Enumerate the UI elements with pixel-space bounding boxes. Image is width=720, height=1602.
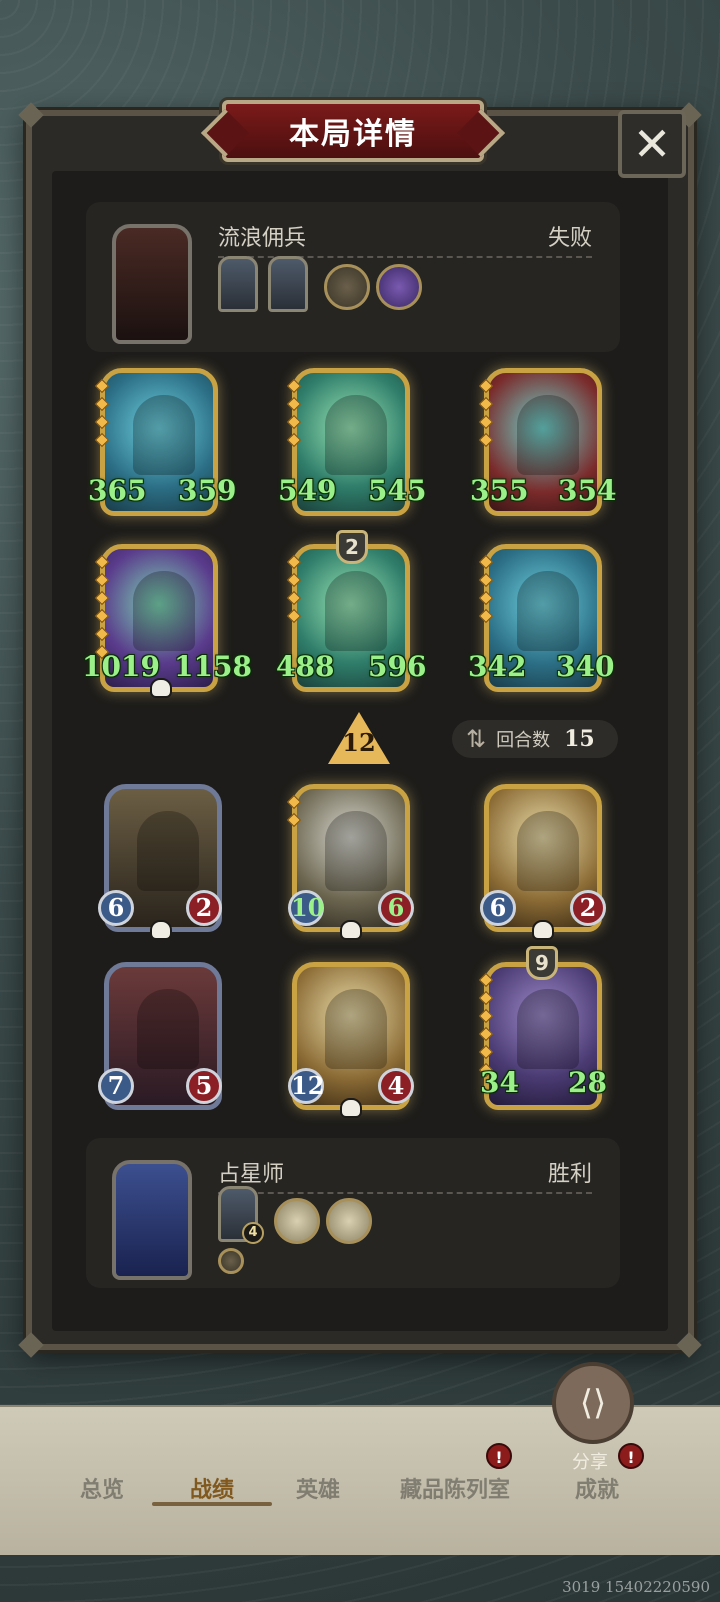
- player-unit-5-attack: 12: [288, 1068, 324, 1104]
- opponent-unit-3-health: 354: [558, 474, 617, 507]
- opponent-panel: 流浪佣兵 失败: [86, 202, 620, 352]
- unit-stars: [94, 378, 110, 453]
- share-button[interactable]: ⟨⟩: [552, 1362, 634, 1444]
- player-hero-portrait[interactable]: [112, 1160, 192, 1280]
- opponent-hero-portrait[interactable]: [112, 224, 192, 344]
- deathrattle-skull-icon: [340, 1098, 362, 1118]
- player-sword-token-icon[interactable]: [218, 1248, 244, 1274]
- witch-hunter-figure: [517, 989, 579, 1069]
- player-unit-2-health: 6: [378, 890, 414, 926]
- opponent-unit-2-attack: 549: [278, 474, 337, 507]
- opponent-unit-1-attack: 365: [88, 474, 147, 507]
- tavern-level-indicator: 12: [328, 712, 390, 768]
- unit-stars: [478, 554, 494, 629]
- opponent-trinket-2[interactable]: [376, 264, 422, 310]
- round-label: 回合数: [496, 730, 551, 751]
- player-name: 占星师: [218, 1162, 285, 1187]
- unit-stars: [478, 378, 494, 453]
- deathrattle-skull-icon: [150, 678, 172, 698]
- opponent-card-2[interactable]: [268, 256, 308, 312]
- page-title: 本局详情: [289, 117, 417, 152]
- achievements-alert-badge: !: [618, 1443, 644, 1469]
- share-icon: ⟨⟩: [579, 1383, 607, 1423]
- nav-collection-room[interactable]: 藏品陈列室: [400, 1472, 510, 1504]
- opponent-card-1[interactable]: [218, 256, 258, 312]
- unit-stars: [94, 554, 110, 665]
- share-label: 分享: [572, 1452, 608, 1473]
- opponent-unit-6-health: 340: [556, 650, 615, 683]
- redcoat-soldier-figure: [137, 811, 199, 891]
- collection-alert-badge: !: [486, 1443, 512, 1469]
- unit-stars: [286, 794, 302, 833]
- player-card-1-count-badge: 4: [242, 1222, 264, 1244]
- player-trinket-2[interactable]: [326, 1198, 372, 1244]
- player-unit-5-health: 4: [378, 1068, 414, 1104]
- close-icon: ✕: [632, 117, 672, 171]
- player-unit-2-attack: 10: [288, 890, 324, 926]
- divider: [218, 1192, 592, 1194]
- player-unit-6-attack: 34: [480, 1066, 519, 1099]
- player-trinket-1[interactable]: [274, 1198, 320, 1244]
- nav-overview[interactable]: 总览: [80, 1472, 124, 1504]
- player-unit-1-attack: 6: [98, 890, 134, 926]
- nav-achievements[interactable]: 成就: [575, 1472, 619, 1504]
- player-unit-3-health: 2: [570, 890, 606, 926]
- ghost-cat-figure: [325, 395, 387, 475]
- close-button[interactable]: ✕: [618, 110, 686, 178]
- opponent-unit-2-health: 545: [368, 474, 427, 507]
- golden-paladin-figure: [517, 811, 579, 891]
- opponent-unit-6-attack: 342: [468, 650, 527, 683]
- opponent-trinket-1[interactable]: [324, 264, 370, 310]
- opponent-unit-1-health: 359: [178, 474, 237, 507]
- player-unit-6-health: 28: [568, 1066, 607, 1099]
- player-unit-6-tier-badge: 9: [526, 946, 558, 980]
- player-unit-4-health: 5: [186, 1068, 222, 1104]
- player-unit-4-attack: 7: [98, 1068, 134, 1104]
- opponent-unit-4-attack: 1019: [82, 650, 160, 683]
- deathrattle-skull-icon: [340, 920, 362, 940]
- reaper-figure: [133, 395, 195, 475]
- deathrattle-skull-icon: [532, 920, 554, 940]
- opponent-unit-5-attack: 488: [276, 650, 335, 683]
- hooded-knight-figure: [325, 811, 387, 891]
- tavern-level-value: 12: [342, 728, 376, 757]
- swap-arrows-icon: ⇅: [466, 725, 487, 753]
- opponent-unit-3-attack: 355: [470, 474, 529, 507]
- deathrattle-skull-icon: [150, 920, 172, 940]
- pirate-captain-figure: [137, 989, 199, 1069]
- unit-stars: [286, 554, 302, 629]
- round-count-pill: ⇅ 回合数 15: [452, 720, 618, 758]
- player-unit-1-health: 2: [186, 890, 222, 926]
- opponent-unit-4-health: 1158: [174, 650, 252, 683]
- cursed-sword-figure: [325, 571, 387, 651]
- skeleton-ghost-figure: [517, 571, 579, 651]
- opponent-result: 失败: [547, 226, 592, 251]
- player-unit-3-attack: 6: [480, 890, 516, 926]
- footer-code: 3019 15402220590: [562, 1578, 710, 1596]
- active-tab-underline: [152, 1502, 272, 1506]
- round-value: 15: [564, 726, 595, 752]
- opponent-name: 流浪佣兵: [218, 226, 307, 251]
- unit-stars: [286, 378, 302, 453]
- title-banner: 本局详情: [222, 100, 484, 162]
- nav-records[interactable]: 战绩: [190, 1472, 234, 1504]
- opponent-unit-5-health: 596: [368, 650, 427, 683]
- player-result: 胜利: [547, 1162, 592, 1187]
- golden-paladin-figure: [325, 989, 387, 1069]
- wraith-figure: [517, 395, 579, 475]
- genie-figure: [133, 571, 195, 651]
- player-panel: 占星师 胜利 4: [86, 1138, 620, 1288]
- nav-heroes[interactable]: 英雄: [296, 1472, 340, 1504]
- opponent-unit-5-tier-badge: 2: [336, 530, 368, 564]
